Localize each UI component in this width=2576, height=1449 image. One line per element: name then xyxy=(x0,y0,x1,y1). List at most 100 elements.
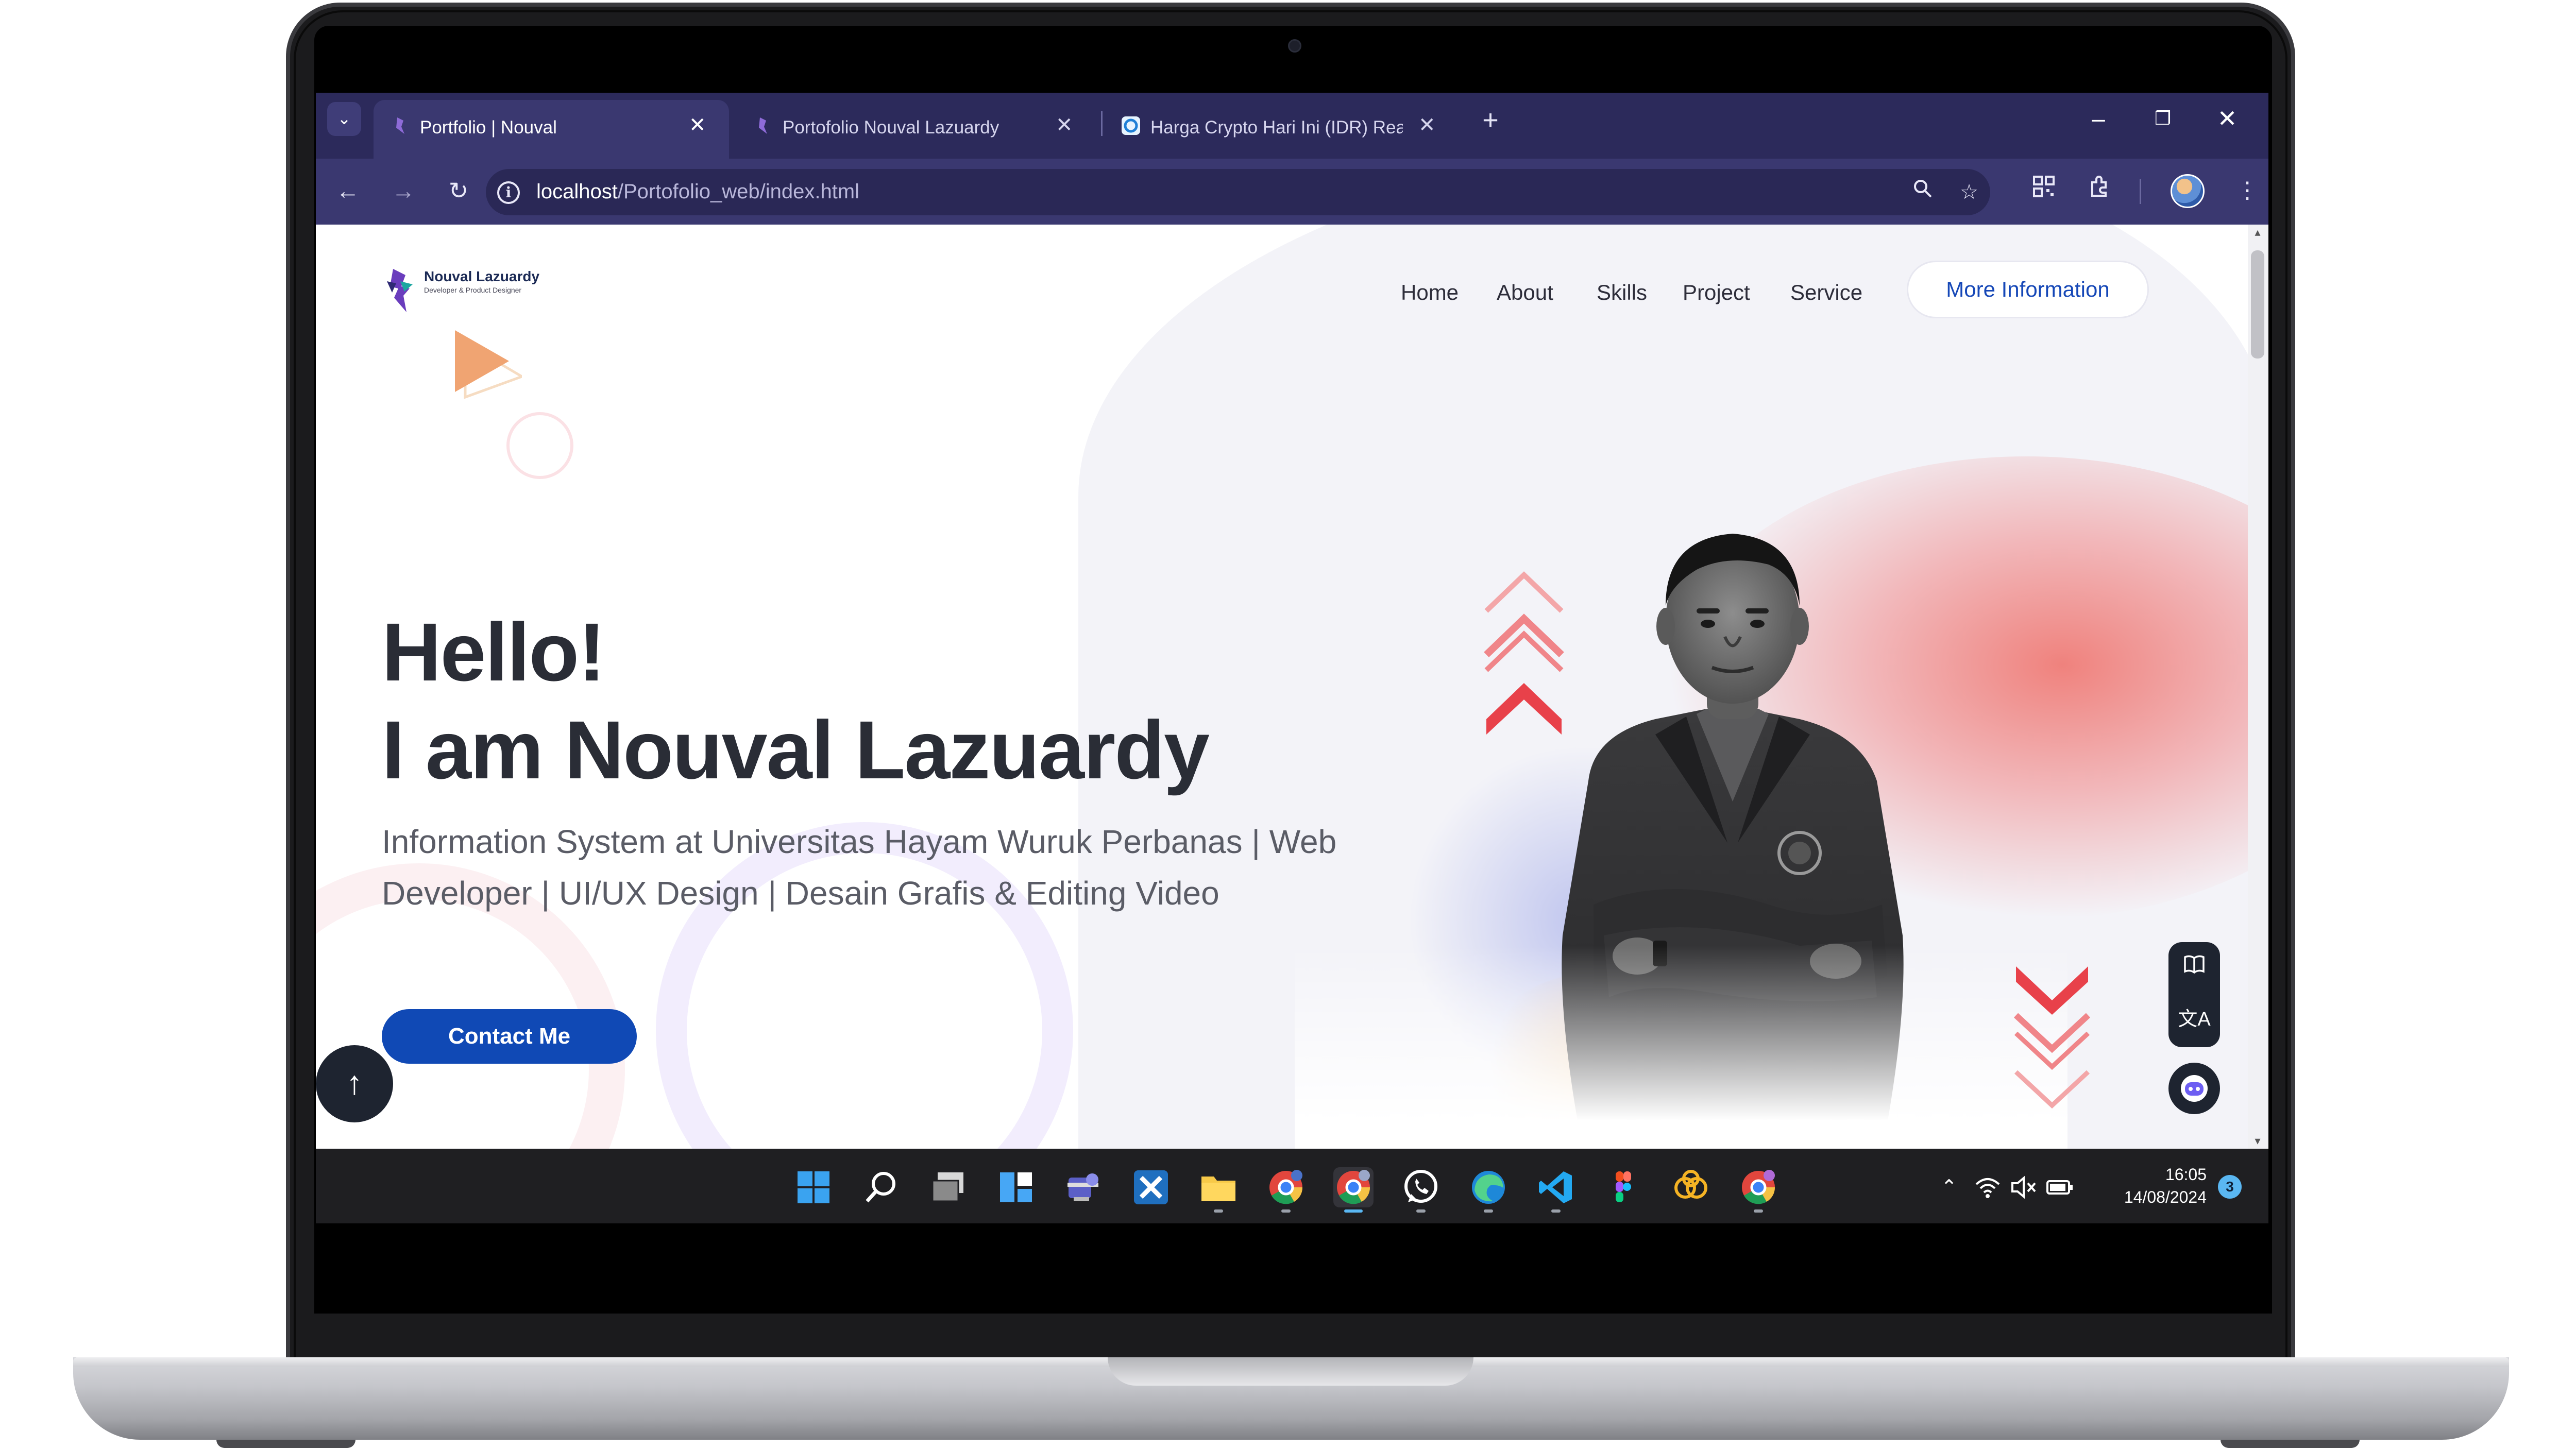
tab-bar: ⌄ Portfolio | Nouval ✕ Portofolio Nouval… xyxy=(316,93,2268,159)
decor-circle xyxy=(506,412,573,479)
show-hidden-icons-chevron-icon[interactable]: ⌃ xyxy=(1934,1172,1964,1203)
site-logo[interactable]: Nouval Lazuardy Developer & Product Desi… xyxy=(383,263,553,320)
speaker-muted-icon[interactable] xyxy=(2008,1172,2039,1203)
minimize-icon[interactable]: – xyxy=(2083,103,2114,134)
clock-date: 14/08/2024 xyxy=(2124,1188,2207,1206)
logo-mark-icon xyxy=(387,269,413,312)
close-tab-icon[interactable]: ✕ xyxy=(1418,113,1436,137)
scroll-up-arrow-icon[interactable]: ▴ xyxy=(2251,226,2264,239)
back-icon[interactable]: ← xyxy=(331,174,364,207)
url-host: localhost xyxy=(536,180,618,203)
teams-icon[interactable] xyxy=(1063,1167,1104,1207)
figma-icon[interactable] xyxy=(1603,1167,1643,1207)
close-window-icon[interactable]: ✕ xyxy=(2212,103,2243,134)
running-indicator xyxy=(1416,1209,1426,1213)
nav-about[interactable]: About xyxy=(1497,280,1553,305)
task-view-icon[interactable] xyxy=(928,1167,969,1207)
scroll-thumb[interactable] xyxy=(2251,250,2264,359)
tab-label: Portfolio | Nouval xyxy=(420,117,557,138)
forward-icon[interactable]: → xyxy=(387,174,420,207)
side-tools-panel: 文A xyxy=(2168,942,2220,1047)
web-page: Nouval Lazuardy Developer & Product Desi… xyxy=(316,225,2268,1149)
extensions-icon[interactable] xyxy=(2082,173,2117,208)
qr-code-icon[interactable] xyxy=(2026,173,2061,208)
contact-me-button[interactable]: Contact Me xyxy=(382,1009,637,1064)
toolbar-separator xyxy=(2140,179,2141,204)
tab-separator xyxy=(1101,111,1103,136)
hero-greeting: Hello! xyxy=(382,606,605,698)
menu-kebab-icon[interactable]: ⋮ xyxy=(2230,173,2265,208)
address-bar[interactable]: i localhost/Portofolio_web/index.html ☆ xyxy=(486,169,1990,215)
wifi-icon[interactable] xyxy=(1972,1172,2003,1203)
crypto-site-favicon-icon xyxy=(1122,116,1140,135)
running-indicator xyxy=(1551,1209,1561,1213)
scroll-down-arrow-icon[interactable]: ▾ xyxy=(2251,1134,2264,1148)
chevrons-down-decor-icon xyxy=(2013,966,2091,1109)
site-logo-favicon-icon xyxy=(396,117,404,134)
nav-home[interactable]: Home xyxy=(1401,280,1459,305)
tab-label: Harga Crypto Hari Ini (IDR) Real xyxy=(1150,117,1403,138)
nav-skills[interactable]: Skills xyxy=(1597,280,1647,305)
laptop-foot-right xyxy=(2221,1440,2360,1448)
tab-search-dropdown-icon[interactable]: ⌄ xyxy=(327,102,361,136)
running-indicator xyxy=(1754,1209,1763,1213)
profile-avatar[interactable] xyxy=(2171,174,2205,208)
browser-toolbar: ← → ↻ i localhost/Portofolio_web/index.h… xyxy=(316,159,2268,225)
screenshot-stage: ⌄ Portfolio | Nouval ✕ Portofolio Nouval… xyxy=(0,0,2576,1449)
new-tab-icon[interactable]: + xyxy=(1475,105,1506,136)
address-url[interactable]: localhost/Portofolio_web/index.html xyxy=(536,180,859,203)
windows-taskbar: ⌃ 16:05 14/08/2024 3 xyxy=(316,1149,2268,1223)
battery-icon[interactable] xyxy=(2044,1172,2075,1203)
back-to-top-arrow-icon[interactable]: ↑ xyxy=(316,1045,393,1122)
running-indicator xyxy=(1214,1209,1223,1213)
active-indicator xyxy=(1344,1209,1363,1213)
site-info-icon[interactable]: i xyxy=(497,181,520,204)
tab-label: Portofolio Nouval Lazuardy xyxy=(783,117,999,138)
camera-icon xyxy=(1288,39,1301,53)
chrome-icon[interactable] xyxy=(1738,1167,1778,1207)
logo-name: Nouval Lazuardy xyxy=(424,268,540,284)
logo-tagline: Developer & Product Designer xyxy=(424,286,522,294)
whatsapp-icon[interactable] xyxy=(1401,1167,1441,1207)
notification-count-badge[interactable]: 3 xyxy=(2218,1175,2242,1199)
chrome-icon[interactable] xyxy=(1333,1167,1374,1207)
assistant-bot-icon[interactable] xyxy=(2168,1063,2220,1114)
page-scrollbar[interactable]: ▴ ▾ xyxy=(2248,225,2268,1149)
tab-portofolio-nouval-lazuardy[interactable]: Portofolio Nouval Lazuardy ✕ xyxy=(736,100,1097,159)
laptop-foot-left xyxy=(216,1440,355,1448)
hero-heading: Hello! I am Nouval Lazuardy xyxy=(382,603,1210,799)
play-triangle-decor-icon xyxy=(455,330,522,399)
xampp-icon[interactable] xyxy=(1131,1167,1171,1207)
widgets-icon[interactable] xyxy=(996,1167,1036,1207)
reload-icon[interactable]: ↻ xyxy=(442,174,475,207)
vscode-icon[interactable] xyxy=(1536,1167,1576,1207)
hero-name: I am Nouval Lazuardy xyxy=(382,704,1210,796)
running-indicator xyxy=(1281,1209,1291,1213)
bookmark-star-icon[interactable]: ☆ xyxy=(1954,177,1984,207)
system-clock[interactable]: 16:05 14/08/2024 xyxy=(2104,1163,2207,1208)
photo-app-icon[interactable] xyxy=(1671,1167,1711,1207)
nav-project[interactable]: Project xyxy=(1683,280,1750,305)
reader-mode-book-icon[interactable] xyxy=(2168,942,2220,994)
more-information-button[interactable]: More Information xyxy=(1907,261,2149,318)
chrome-icon[interactable] xyxy=(1266,1167,1306,1207)
zoom-icon[interactable] xyxy=(1908,177,1938,207)
file-explorer-icon[interactable] xyxy=(1198,1167,1239,1207)
laptop-open-groove xyxy=(1108,1357,1473,1386)
close-tab-icon[interactable]: ✕ xyxy=(689,113,706,137)
running-indicator xyxy=(1484,1209,1493,1213)
site-logo-favicon-icon xyxy=(759,117,767,134)
browser-window: ⌄ Portfolio | Nouval ✕ Portofolio Nouval… xyxy=(316,93,2268,1149)
search-icon[interactable] xyxy=(861,1167,901,1207)
close-tab-icon[interactable]: ✕ xyxy=(1056,113,1073,137)
restore-icon[interactable]: ❐ xyxy=(2147,103,2178,134)
tab-harga-crypto[interactable]: Harga Crypto Hari Ini (IDR) Real ✕ xyxy=(1104,100,1465,159)
tab-portfolio-nouval[interactable]: Portfolio | Nouval ✕ xyxy=(374,100,729,159)
nav-service[interactable]: Service xyxy=(1790,280,1862,305)
translate-icon[interactable]: 文A xyxy=(2168,994,2220,1045)
url-path: /Portofolio_web/index.html xyxy=(617,180,860,203)
photo-bottom-fade xyxy=(1295,946,2067,1149)
edge-icon[interactable] xyxy=(1468,1167,1509,1207)
chevrons-up-decor-icon xyxy=(1484,571,1564,735)
windows-start-icon[interactable] xyxy=(793,1167,834,1207)
